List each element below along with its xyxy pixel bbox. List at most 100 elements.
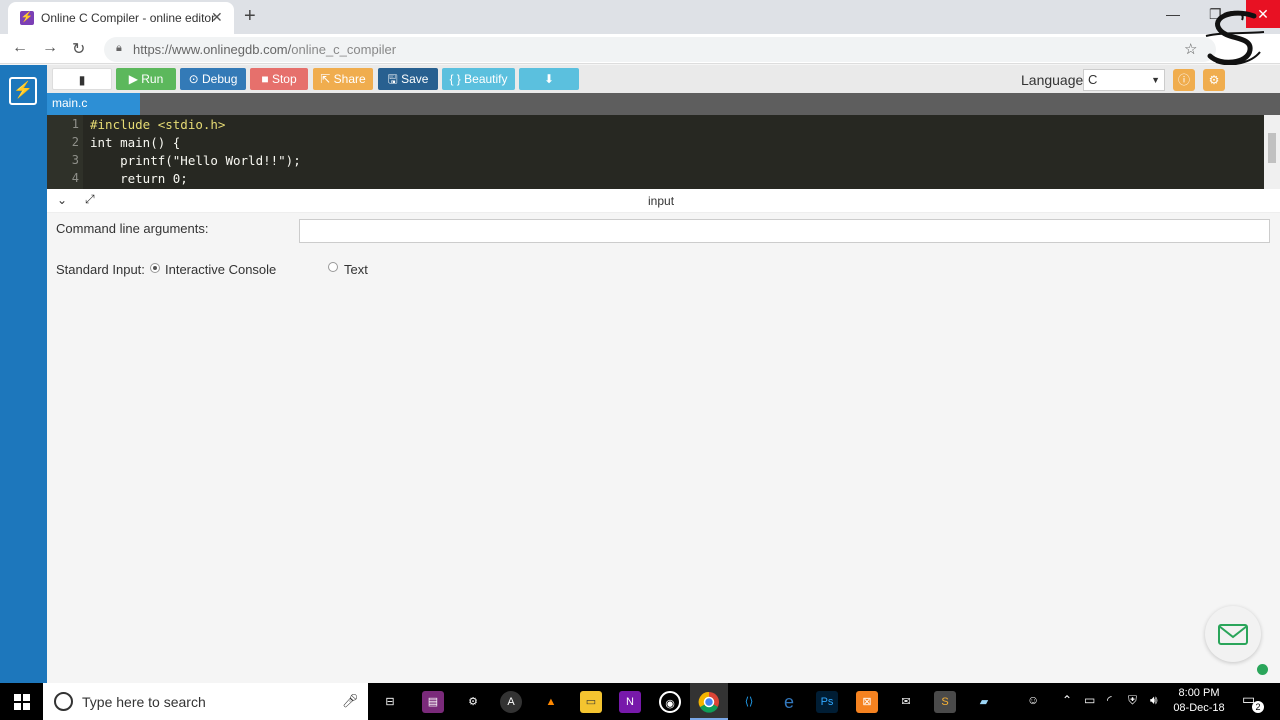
code-editor[interactable]: 1 2 3 4 #include <stdio.h> int main() { … xyxy=(47,115,1280,189)
new-tab-icon[interactable]: + xyxy=(244,5,256,28)
standard-input-label: Standard Input: xyxy=(56,262,145,277)
expand-arrows-icon[interactable]: ⤢ xyxy=(85,192,95,207)
io-panel-header: ⌄ ⤢ input xyxy=(47,189,1280,213)
browser-tab-strip: ⚡ Online C Compiler - online editor ✕ + … xyxy=(0,0,1280,34)
channel-logo-watermark xyxy=(1205,10,1265,66)
action-toolbar: ▮ ▶ Run ⊙ Debug ■ Stop ⇱ Share 🖫 Save { … xyxy=(47,65,1280,93)
save-button[interactable]: 🖫 Save xyxy=(378,68,438,90)
debug-icon: ⊙ xyxy=(188,72,202,86)
winrar-icon[interactable]: ▤ xyxy=(422,691,444,713)
feedback-mail-button[interactable] xyxy=(1205,606,1261,662)
save-icon: 🖫 xyxy=(387,72,402,86)
onenote-icon[interactable]: N xyxy=(619,691,641,713)
beautify-button[interactable]: { } Beautify xyxy=(442,68,515,90)
minimize-icon[interactable]: — xyxy=(1166,6,1180,22)
interactive-console-label: Interactive Console xyxy=(165,262,277,277)
chrome-taskbar-active[interactable] xyxy=(690,683,728,720)
online-status-dot xyxy=(1257,664,1268,675)
microphone-icon[interactable]: 🎤︎ xyxy=(342,693,359,709)
text-input-label: Text xyxy=(344,262,368,277)
input-panel: Command line arguments: Standard Input: … xyxy=(47,213,1280,683)
line-number: 4 xyxy=(71,171,79,185)
media-app-icon[interactable]: ◉ xyxy=(659,691,681,713)
battery-icon[interactable]: ▭ xyxy=(1084,693,1095,707)
code-line: int main() { xyxy=(90,135,181,150)
interactive-console-radio[interactable] xyxy=(150,263,160,273)
vscode-icon[interactable]: ⟨⟩ xyxy=(738,691,760,713)
command-line-args-label: Command line arguments: xyxy=(56,221,209,236)
url-text: https://www.onlinegdb.com/online_c_compi… xyxy=(133,42,397,57)
editor-scrollbar[interactable] xyxy=(1264,115,1280,189)
reload-icon[interactable]: ↻ xyxy=(72,39,85,59)
app-icon[interactable]: A xyxy=(500,691,522,713)
search-placeholder: Type here to search xyxy=(82,694,206,710)
back-icon[interactable]: ← xyxy=(12,39,28,57)
sublime-icon[interactable]: S xyxy=(934,691,956,713)
run-button[interactable]: ▶ Run xyxy=(116,68,176,90)
people-icon[interactable]: ☺ xyxy=(1027,693,1039,707)
taskbar-search-box[interactable]: Type here to search 🎤︎ xyxy=(43,683,368,720)
notification-count-badge: 2 xyxy=(1252,701,1264,713)
line-number-gutter: 1 2 3 4 xyxy=(47,115,83,189)
lock-icon: 🔒︎ xyxy=(116,42,122,54)
menu-bolt-icon[interactable]: ⚡ xyxy=(9,77,37,105)
stop-icon: ■ xyxy=(261,72,272,86)
line-number: 2 xyxy=(71,135,79,149)
text-input-radio[interactable] xyxy=(328,262,338,272)
file-tabs-bar: main.c xyxy=(47,93,1280,115)
download-icon: ⬇ xyxy=(543,72,555,86)
mail-icon xyxy=(1218,624,1248,645)
chrome-icon xyxy=(698,691,719,713)
share-button[interactable]: ⇱ Share xyxy=(313,68,373,90)
info-icon[interactable]: ⓘ xyxy=(1173,69,1195,91)
system-clock[interactable]: 8:00 PM 08-Dec-18 xyxy=(1168,686,1230,716)
volume-icon[interactable]: 🔊︎ xyxy=(1150,693,1158,708)
browser-toolbar: ← → ↻ 🔒︎ https://www.onlinegdb.com/onlin… xyxy=(0,34,1280,64)
file-tab-main-c[interactable]: main.c xyxy=(47,93,140,115)
xampp-icon[interactable]: ⊠ xyxy=(856,691,878,713)
download-button[interactable]: ⬇ xyxy=(519,68,579,90)
show-hidden-icons[interactable]: ⌃ xyxy=(1062,693,1072,707)
line-number: 1 xyxy=(71,117,79,131)
onlinegdb-favicon-icon: ⚡ xyxy=(20,11,34,25)
browser-tab-title: Online C Compiler - online editor xyxy=(41,11,216,25)
cortana-icon xyxy=(54,692,73,711)
collapse-chevron-icon[interactable]: ⌄ xyxy=(57,193,67,207)
clock-time: 8:00 PM xyxy=(1178,687,1220,699)
scrollbar-thumb[interactable] xyxy=(1268,133,1276,163)
file-explorer-icon[interactable]: ▭ xyxy=(580,691,602,713)
line-number: 3 xyxy=(71,153,79,167)
clock-date: 08-Dec-18 xyxy=(1173,702,1225,714)
language-select[interactable]: C ▼ xyxy=(1083,69,1165,91)
new-file-button[interactable]: ▮ xyxy=(52,68,112,90)
bookmark-star-icon[interactable]: ☆ xyxy=(1184,40,1197,58)
windows-taskbar: Type here to search 🎤︎ ⊟ ▤ ⚙ A ▲ ▭ N ◉ ⟨… xyxy=(0,683,1280,720)
debug-button[interactable]: ⊙ Debug xyxy=(180,68,246,90)
vlc-icon[interactable]: ▲ xyxy=(540,691,562,713)
code-line: return 0; xyxy=(90,171,188,186)
windows-start-icon[interactable] xyxy=(14,694,30,710)
settings-gear-icon[interactable]: ⚙ xyxy=(1203,69,1225,91)
settings-app-icon[interactable]: ⚙ xyxy=(462,691,484,713)
notes-app-icon[interactable]: ▰ xyxy=(973,691,995,713)
command-line-args-input[interactable] xyxy=(299,219,1270,243)
edge-icon[interactable]: e xyxy=(778,691,800,713)
language-label: Language xyxy=(1021,72,1084,88)
mail-app-icon[interactable]: ✉ xyxy=(895,691,917,713)
close-tab-icon[interactable]: ✕ xyxy=(211,9,223,26)
left-sidebar: ⚡ xyxy=(0,65,47,683)
code-line: #include <stdio.h> xyxy=(90,117,226,132)
io-panel-title: input xyxy=(648,194,675,208)
wifi-icon[interactable]: ◜ xyxy=(1107,693,1112,707)
address-bar[interactable]: 🔒︎ https://www.onlinegdb.com/online_c_co… xyxy=(104,37,1216,62)
stop-button[interactable]: ■ Stop xyxy=(250,68,308,90)
forward-icon[interactable]: → xyxy=(42,39,58,57)
dropdown-arrow-icon: ▼ xyxy=(1151,75,1160,85)
task-view-icon[interactable]: ⊟ xyxy=(379,691,401,713)
browser-tab[interactable]: ⚡ Online C Compiler - online editor ✕ xyxy=(8,2,234,34)
play-icon: ▶ xyxy=(128,72,142,86)
share-icon: ⇱ xyxy=(320,72,334,86)
photoshop-icon[interactable]: Ps xyxy=(816,691,838,713)
security-icon[interactable]: ⛨ xyxy=(1128,693,1137,708)
code-line: printf("Hello World!!"); xyxy=(90,153,301,168)
